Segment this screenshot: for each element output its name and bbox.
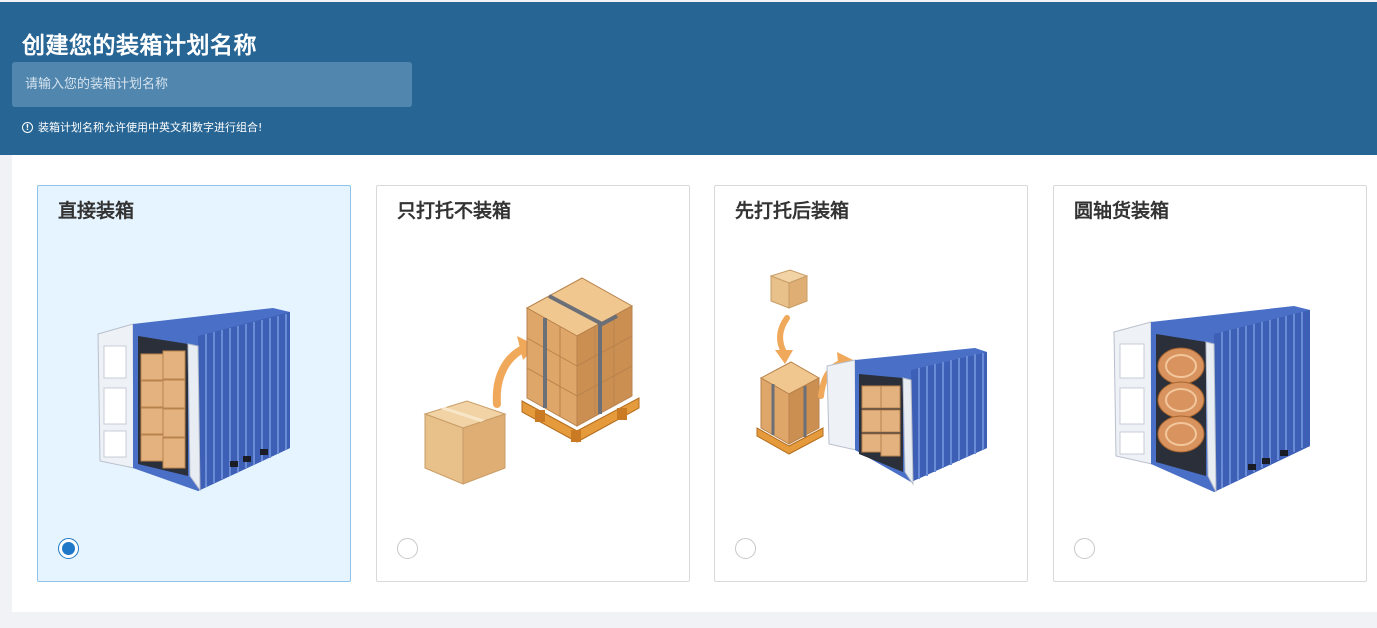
box-to-pallet-image <box>423 277 640 485</box>
option-title: 先打托后装箱 <box>735 200 850 222</box>
page-title: 创建您的装箱计划名称 <box>22 33 257 59</box>
option-radio[interactable] <box>58 538 79 559</box>
options-panel: 直接装箱 只打托不装箱 先打托后装箱 圆轴货装箱 <box>12 155 1377 612</box>
option-card-pallet-only[interactable]: 只打托不装箱 <box>376 185 690 582</box>
option-radio[interactable] <box>735 538 756 559</box>
info-circle-icon: ! <box>22 121 33 133</box>
header-banner: 创建您的装箱计划名称 ! 装箱计划名称允许使用中英文和数字进行组合! <box>0 2 1377 155</box>
option-title: 只打托不装箱 <box>397 200 512 222</box>
option-card-roll-cargo[interactable]: 圆轴货装箱 <box>1053 185 1367 582</box>
container-with-rolls-image <box>1113 306 1310 493</box>
option-title: 圆轴货装箱 <box>1074 200 1170 222</box>
pallet-then-container-image <box>756 269 987 486</box>
hint-text-row: ! 装箱计划名称允许使用中英文和数字进行组合! <box>22 119 262 135</box>
hint-text: 装箱计划名称允许使用中英文和数字进行组合! <box>38 121 263 134</box>
plan-name-input[interactable] <box>12 62 412 107</box>
option-card-direct-loading[interactable]: 直接装箱 <box>37 185 351 582</box>
option-radio[interactable] <box>397 538 418 559</box>
option-radio[interactable] <box>1074 538 1095 559</box>
container-with-boxes-image <box>97 308 290 492</box>
option-card-pallet-then-container[interactable]: 先打托后装箱 <box>714 185 1028 582</box>
option-title: 直接装箱 <box>58 200 135 222</box>
